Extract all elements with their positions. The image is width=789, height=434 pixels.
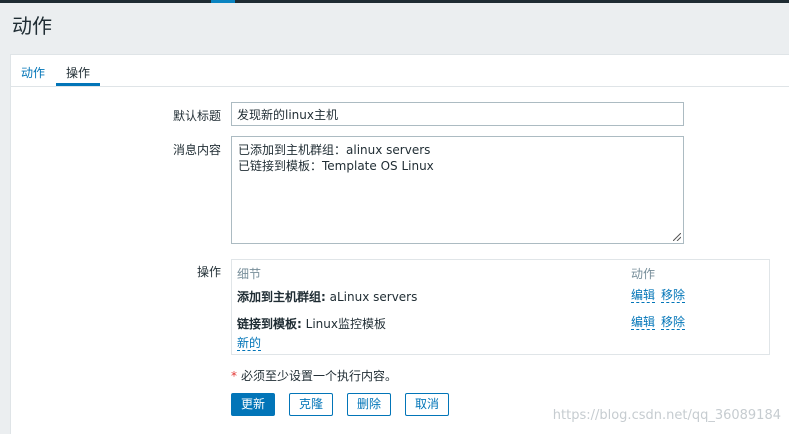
required-asterisk: * — [231, 369, 237, 383]
tab-action[interactable]: 动作 — [21, 64, 45, 86]
required-note-text: 必须至少设置一个执行内容。 — [241, 369, 398, 383]
operations-table: 细节 动作 添加到主机群组: aLinux servers 编辑 移除 链接到模… — [231, 259, 770, 355]
clone-button[interactable]: 克隆 — [289, 393, 334, 416]
delete-button[interactable]: 删除 — [347, 393, 392, 416]
resize-grip-icon[interactable] — [673, 233, 681, 241]
update-button[interactable]: 更新 — [231, 393, 276, 416]
required-note: * 必须至少设置一个执行内容。 — [231, 367, 397, 384]
operation-row-prefix: 添加到主机群组: — [237, 290, 326, 304]
edit-link[interactable]: 编辑 — [631, 316, 656, 330]
tab-operations[interactable]: 操作 — [56, 64, 101, 86]
message-textarea[interactable]: 已添加到主机群组：alinux servers 已链接到模板：Template … — [231, 136, 684, 244]
new-operation-link[interactable]: 新的 — [237, 337, 262, 351]
tab-bar: 动作 操作 — [11, 55, 789, 87]
edit-link[interactable]: 编辑 — [631, 289, 656, 303]
operations-label: 操作 — [197, 265, 222, 279]
default-subject-label: 默认标题 — [173, 109, 222, 123]
operation-row: 链接到模板: Linux监控模板 — [237, 315, 386, 332]
top-bar-accent — [211, 0, 235, 3]
operation-row-value: aLinux servers — [325, 290, 418, 304]
operation-row-prefix: 链接到模板: — [237, 317, 302, 331]
operations-header-details: 细节 — [237, 267, 262, 281]
remove-link[interactable]: 移除 — [661, 289, 686, 303]
top-bar — [0, 0, 789, 3]
operation-row: 添加到主机群组: aLinux servers — [237, 288, 417, 305]
message-label: 消息内容 — [173, 143, 222, 157]
watermark-text: https://blog.csdn.net/qq_36089184 — [552, 408, 781, 423]
content-panel: 动作 操作 默认标题 消息内容 已添加到主机群组：alinux servers … — [10, 54, 789, 434]
operation-row-value: Linux监控模板 — [301, 317, 386, 331]
cancel-button[interactable]: 取消 — [405, 393, 450, 416]
default-subject-input[interactable] — [231, 102, 684, 126]
remove-link[interactable]: 移除 — [661, 316, 686, 330]
operations-header-action: 动作 — [631, 267, 656, 281]
page-title: 动作 — [12, 14, 52, 38]
